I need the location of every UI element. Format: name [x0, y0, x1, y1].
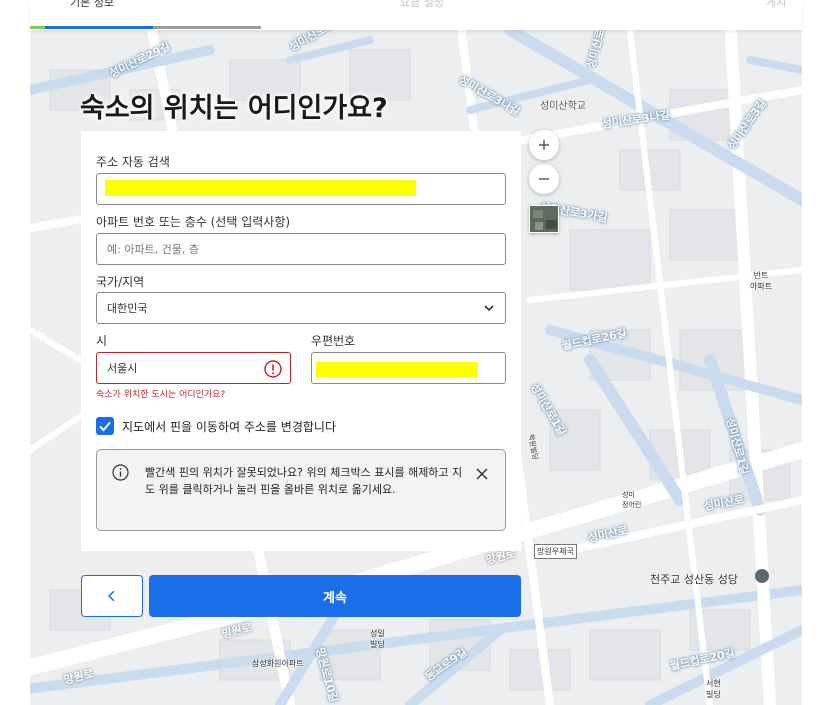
- apartment-label: 아파트 번호 또는 층수 (선택 입력사항): [96, 215, 291, 229]
- close-icon[interactable]: [475, 467, 489, 481]
- pin-move-checkbox[interactable]: [96, 417, 114, 435]
- map-label-school: 성미산학교: [540, 101, 586, 112]
- info-icon: [112, 464, 129, 481]
- satellite-layer-toggle[interactable]: [529, 205, 559, 233]
- zoom-out-button[interactable]: [529, 164, 559, 194]
- address-form-card: 주소 자동 검색 아파트 번호 또는 층수 (선택 입력사항) 국가/지역 대한…: [81, 131, 521, 551]
- map-poi: 천주교 성산동 성당: [650, 573, 738, 586]
- app-root: 성미산학교 성미산로3나길 성미산로3가길 월드컵로26길 성미산로 성미산로 …: [0, 0, 824, 705]
- chevron-left-icon: [108, 590, 115, 602]
- pin-move-checkbox-label[interactable]: 지도에서 핀을 이동하여 주소를 변경합니다: [122, 418, 336, 435]
- progress-start-accent: [30, 26, 45, 29]
- progress-tab-pricing: 요금 설정: [400, 0, 444, 9]
- minus-icon: [539, 178, 549, 180]
- progress-tab-basic: 기본 정보: [70, 0, 114, 9]
- map-poi: 삼성화원아파트: [252, 659, 304, 668]
- progress-bar-next: [153, 26, 261, 29]
- redacted-address-highlight: [105, 180, 416, 196]
- country-select[interactable]: 대한민국: [96, 292, 506, 324]
- pin-info-notice: 빨간색 핀의 위치가 잘못되었나요? 위의 체크박스 표시를 해제하고 지도 위…: [96, 449, 506, 531]
- country-selected-value: 대한민국: [107, 302, 148, 315]
- progress-tab-publish: 게시: [766, 0, 787, 9]
- zoom-in-button[interactable]: [529, 130, 559, 160]
- plus-icon: [539, 140, 549, 150]
- page-title: 숙소의 위치는 어디인가요?: [80, 93, 388, 124]
- postal-label: 우편번호: [311, 334, 356, 348]
- back-button[interactable]: [81, 575, 143, 617]
- city-field[interactable]: [96, 352, 291, 384]
- map-poi: 성미 정어린: [622, 491, 642, 509]
- redacted-postal-highlight: [316, 362, 478, 377]
- chevron-down-icon: [484, 305, 494, 312]
- map-poi: 서현 빌딩: [706, 679, 721, 699]
- address-search-field[interactable]: [96, 173, 506, 205]
- continue-button-label: 계속: [323, 590, 347, 606]
- map-poi: 성일 빌딩: [370, 629, 385, 649]
- progress-header: 기본 정보 요금 설정 게시: [30, 0, 802, 30]
- continue-button[interactable]: 계속: [149, 575, 521, 617]
- map-poi: 반트 아파트: [750, 271, 773, 291]
- apartment-field[interactable]: [96, 233, 506, 265]
- country-label: 국가/지역: [96, 275, 145, 289]
- pin-info-text: 빨간색 핀의 위치가 잘못되었나요? 위의 체크박스 표시를 해제하고 지도 위…: [145, 466, 463, 496]
- satellite-thumbnail-icon: [530, 206, 558, 232]
- apartment-input[interactable]: [97, 234, 505, 264]
- error-icon: [264, 360, 282, 378]
- city-error-message: 숙소가 위치한 도시는 어디인가요?: [96, 390, 226, 400]
- postal-field[interactable]: [311, 352, 506, 384]
- progress-bar-active: [45, 26, 153, 29]
- city-input[interactable]: [97, 353, 290, 383]
- city-label: 시: [96, 334, 108, 348]
- map-poi: 망원우체국: [534, 544, 577, 559]
- address-search-label: 주소 자동 검색: [96, 155, 170, 169]
- checkmark-icon: [99, 421, 111, 432]
- church-icon: [755, 569, 769, 583]
